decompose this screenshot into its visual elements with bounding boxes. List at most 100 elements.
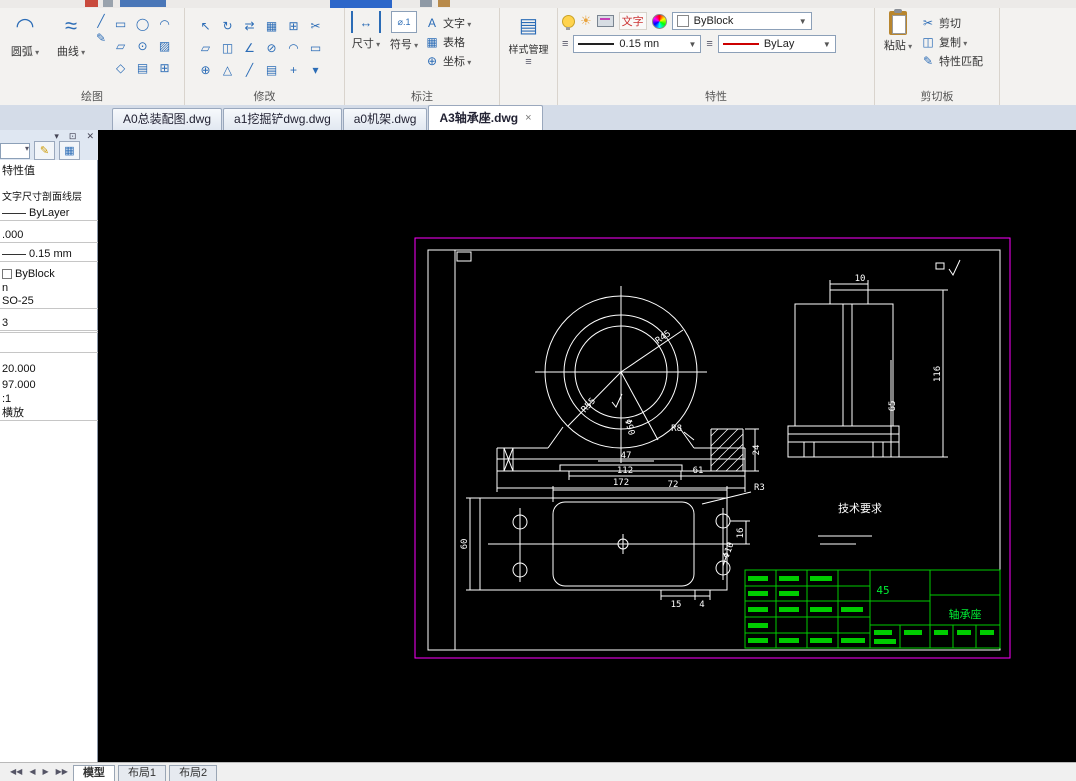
linetype-combo[interactable]: ByLay ▼ <box>717 35 836 53</box>
lengthen-icon[interactable]: ╱ <box>239 59 260 80</box>
properties-palette: ▾ ⊡ ✕ ✎ ▦ 特性值 文字尺寸剖面线层 ByLayer .000 0.15… <box>0 130 98 762</box>
curve-label: 曲线 <box>57 43 85 59</box>
layout-tab-bar: ◀◀ ◀ ▶ ▶▶ 模型 布局1 布局2 <box>0 762 1076 781</box>
ellipse-icon[interactable]: ◇ <box>110 57 131 78</box>
tool-cut[interactable]: ✂ 剪切 <box>921 13 983 32</box>
tool-coordinate[interactable]: ⊕ 坐标 <box>425 51 471 70</box>
style-list-icon[interactable]: ≡ <box>525 56 531 68</box>
chevron-down-icon: ▼ <box>798 16 807 26</box>
file-tab-active[interactable]: A3轴承座.dwg × <box>428 105 543 130</box>
ribbon: ◠ 圆弧 ≈ 曲线 ╱ ✎ ▭ ◯ ◠ ▱ ⊙ ▨ ◇ ▤ ⊞ <box>0 8 1076 106</box>
rectangle-icon[interactable]: ▭ <box>110 13 131 34</box>
line-icon[interactable]: ╱ <box>96 14 106 28</box>
palette-row-linetype[interactable]: ByLayer <box>0 206 98 221</box>
lineweight-combo[interactable]: 0.15 mn ▼ <box>573 35 702 53</box>
object-type-combo[interactable] <box>0 142 30 159</box>
move-icon[interactable]: ↖ <box>195 15 216 36</box>
file-tab[interactable]: a1挖掘铲dwg.dwg <box>223 108 342 130</box>
prev-tab-icon[interactable]: ◀ <box>27 767 37 776</box>
palette-header: ▾ ⊡ ✕ ✎ ▦ <box>0 130 98 160</box>
add-icon[interactable]: + <box>283 59 304 80</box>
edit-hatch-icon[interactable]: ▤ <box>261 59 282 80</box>
tool-dimension[interactable]: ↔ 尺寸 <box>349 11 383 51</box>
palette-row-dimstyle[interactable]: SO-25 <box>0 294 98 309</box>
tool-paste[interactable]: 粘贴 <box>879 9 917 53</box>
join-icon[interactable]: ⊕ <box>195 59 216 80</box>
circle-icon[interactable]: ◯ <box>132 13 153 34</box>
palette-row-orientation[interactable]: 横放 <box>0 406 98 421</box>
palette-row-count[interactable]: 3 <box>0 316 98 331</box>
copy-icon[interactable]: ⊞ <box>283 15 304 36</box>
tool-style-manager[interactable]: ▤ 样式管理 <box>502 11 556 56</box>
first-tab-icon[interactable]: ◀◀ <box>8 767 24 776</box>
tool-table[interactable]: ▦ 表格 <box>425 32 471 51</box>
drawing-canvas[interactable]: R55 Φ90 R45 R8 24 47 112 61 172 10 65 11… <box>98 130 1076 762</box>
arc-icon[interactable]: ◠ <box>154 13 175 34</box>
tool-copy[interactable]: ◫ 复制 <box>921 32 983 51</box>
file-tab[interactable]: A0总装配图.dwg <box>112 108 223 130</box>
select-objects-button[interactable]: ▦ <box>59 141 80 160</box>
panel-label-draw: 绘图 <box>81 91 103 103</box>
polygon-icon[interactable]: ▱ <box>110 35 131 56</box>
array-icon[interactable]: ▦ <box>261 15 282 36</box>
plan-view <box>466 486 752 600</box>
palette-row-y[interactable]: 97.000 <box>0 378 98 393</box>
fillet-icon[interactable]: ◠ <box>283 37 304 58</box>
cad-viewport[interactable]: R55 Φ90 R45 R8 24 47 112 61 172 10 65 11… <box>98 130 1076 762</box>
palette-row-layer[interactable]: 文字尺寸剖面线层 <box>0 190 98 205</box>
plot-style-icon[interactable] <box>596 15 614 27</box>
chamfer-icon[interactable]: ∠ <box>239 37 260 58</box>
trim-icon[interactable]: ✂ <box>305 15 326 36</box>
daylight-icon[interactable]: ☀ <box>580 13 592 29</box>
close-icon[interactable]: × <box>525 106 531 130</box>
palette-row-x[interactable]: 20.000 <box>0 362 98 377</box>
linetype-list-icon[interactable]: ≡ <box>706 38 712 50</box>
text-display-toggle[interactable]: 文字 <box>618 12 647 30</box>
scale-icon[interactable]: ▭ <box>305 37 326 58</box>
palette-row-lineweight[interactable]: 0.15 mm <box>0 247 98 262</box>
tab-layout2[interactable]: 布局2 <box>169 764 218 781</box>
file-tab[interactable]: a0机架.dwg <box>342 108 428 130</box>
tab-model[interactable]: 模型 <box>72 764 115 781</box>
tool-text[interactable]: A 文字 <box>425 13 471 32</box>
palette-row-ratio[interactable]: :1 <box>0 392 98 407</box>
next-tab-icon[interactable]: ▶ <box>40 767 50 776</box>
table-icon: ▦ <box>426 34 438 49</box>
region-icon[interactable]: ⊞ <box>154 57 175 78</box>
offset-icon[interactable]: ◫ <box>217 37 238 58</box>
mirror-icon[interactable]: ⇄ <box>239 15 260 36</box>
object-color-combo[interactable]: ByBlock ▼ <box>671 12 812 30</box>
more-icon[interactable]: ▾ <box>305 59 326 80</box>
dim-172: 172 <box>613 478 629 488</box>
tool-match-properties[interactable]: ✎ 特性匹配 <box>921 51 983 70</box>
text-icon: A <box>427 15 436 30</box>
tool-symbol[interactable]: ⌀.1 符号 <box>387 11 421 52</box>
paste-label: 粘贴 <box>884 37 912 53</box>
palette-row-scale[interactable]: .000 <box>0 228 98 243</box>
last-tab-icon[interactable]: ▶▶ <box>54 767 70 776</box>
tab-layout1[interactable]: 布局1 <box>117 764 167 781</box>
rotate-icon[interactable]: ↻ <box>217 15 238 36</box>
tool-curve[interactable]: ≈ 曲线 <box>50 11 92 59</box>
side-view <box>787 280 948 458</box>
color-wheel-icon[interactable] <box>651 13 667 29</box>
stretch-icon[interactable]: ▱ <box>195 37 216 58</box>
dim-47: 47 <box>621 451 632 461</box>
donut-icon[interactable]: ⊙ <box>132 35 153 56</box>
pencil-icon[interactable]: ✎ <box>96 31 106 45</box>
dim-116: 116 <box>933 366 943 382</box>
front-view <box>496 286 746 472</box>
menu-fragment <box>103 0 113 7</box>
explode-icon[interactable]: △ <box>217 59 238 80</box>
ribbon-panel-clipboard: 粘贴 ✂ 剪切 ◫ 复制 ✎ 特性匹配 剪切板 <box>875 8 1000 105</box>
quick-select-button[interactable]: ✎ <box>34 141 55 160</box>
lineweight-list-icon[interactable]: ≡ <box>562 38 568 50</box>
break-icon[interactable]: ⊘ <box>261 37 282 58</box>
menu-fragment <box>85 0 98 7</box>
panel-label-annotate: 标注 <box>411 91 433 103</box>
palette-row-color[interactable]: ByBlock <box>0 267 98 282</box>
layer-on-icon[interactable] <box>562 14 575 30</box>
hatch-icon[interactable]: ▨ <box>154 35 175 56</box>
tool-arc[interactable]: ◠ 圆弧 <box>4 11 46 59</box>
gradient-icon[interactable]: ▤ <box>132 57 153 78</box>
